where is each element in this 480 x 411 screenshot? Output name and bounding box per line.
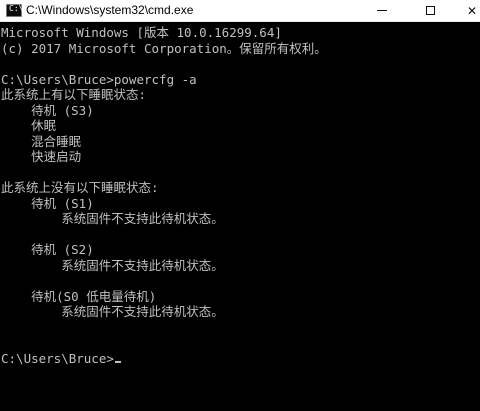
console-line: 混合睡眠: [1, 133, 82, 149]
prompt-text: C:\Users\Bruce>: [1, 350, 114, 366]
console-line: Microsoft Windows [版本 10.0.16299.64]: [1, 25, 282, 40]
cmd-window: C:\ C:\Windows\system32\cmd.exe ✕ Micros…: [0, 0, 480, 411]
console-output[interactable]: Microsoft Windows [版本 10.0.16299.64] (c)…: [0, 22, 480, 411]
minimize-icon: [377, 10, 387, 11]
console-line: 系统固件不支持此待机状态。: [1, 211, 224, 226]
console-line: 休眠: [1, 118, 57, 133]
prompt-line[interactable]: C:\Users\Bruce>: [1, 351, 480, 367]
window-title: C:\Windows\system32\cmd.exe: [26, 3, 194, 17]
close-icon: ✕: [466, 3, 478, 18]
console-line: 待机 (S2): [1, 242, 94, 257]
maximize-icon: [425, 6, 435, 15]
console-line: 待机(S0 低电量待机): [1, 288, 157, 304]
console-line: 系统固件不支持此待机状态。: [1, 304, 224, 319]
title-bar[interactable]: C:\ C:\Windows\system32\cmd.exe ✕: [0, 0, 480, 22]
close-button[interactable]: ✕: [452, 0, 480, 21]
console-line: C:\Users\Bruce>powercfg -a: [1, 71, 197, 87]
console-line: 快速启动: [1, 149, 82, 164]
minimize-button[interactable]: [362, 0, 402, 21]
text-cursor: [114, 360, 121, 363]
console-line: (c) 2017 Microsoft Corporation。保留所有权利。: [1, 40, 327, 56]
console-line: 此系统上没有以下睡眠状态:: [1, 180, 159, 195]
maximize-button[interactable]: [410, 0, 450, 21]
console-line: 待机 (S1): [1, 195, 94, 211]
cmd-icon: C:\: [6, 4, 23, 17]
console-line: 此系统上有以下睡眠状态:: [1, 87, 147, 102]
console-line: 待机 (S3): [1, 102, 94, 118]
console-line: 系统固件不支持此待机状态。: [1, 257, 224, 273]
